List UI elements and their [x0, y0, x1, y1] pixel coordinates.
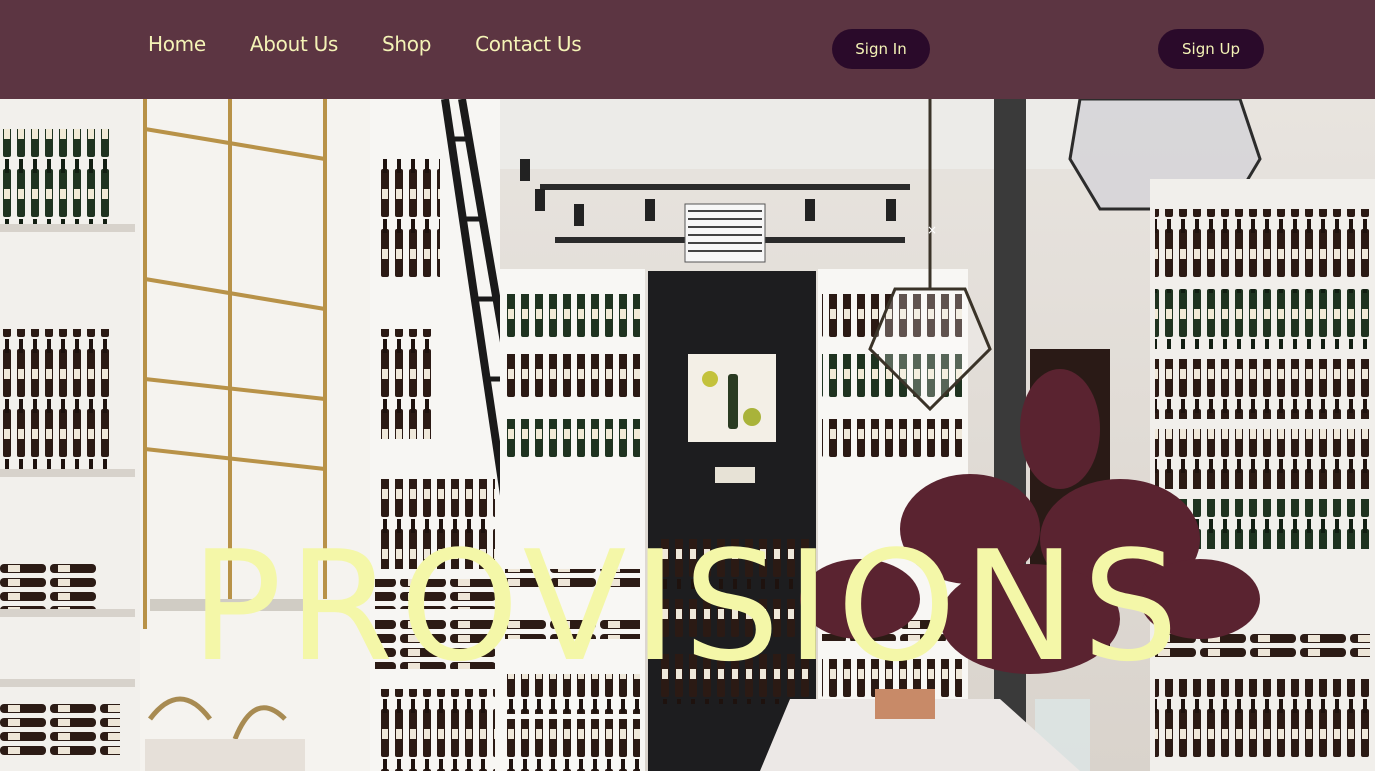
nav-contact-link[interactable]: Contact Us: [475, 32, 582, 56]
nav-about-link[interactable]: About Us: [250, 32, 338, 56]
sign-up-button[interactable]: Sign Up: [1158, 29, 1264, 69]
hero-banner: × PROVISIONS: [0, 99, 1375, 771]
hero-title: PROVISIONS: [190, 518, 1185, 695]
nav-shop-link[interactable]: Shop: [382, 32, 431, 56]
main-nav: Home About Us Shop Contact Us: [148, 32, 582, 56]
sign-in-button[interactable]: Sign In: [832, 29, 930, 69]
nav-home-link[interactable]: Home: [148, 32, 206, 56]
close-icon[interactable]: ×: [927, 223, 937, 237]
site-header: Home About Us Shop Contact Us Sign In Si…: [0, 0, 1375, 99]
